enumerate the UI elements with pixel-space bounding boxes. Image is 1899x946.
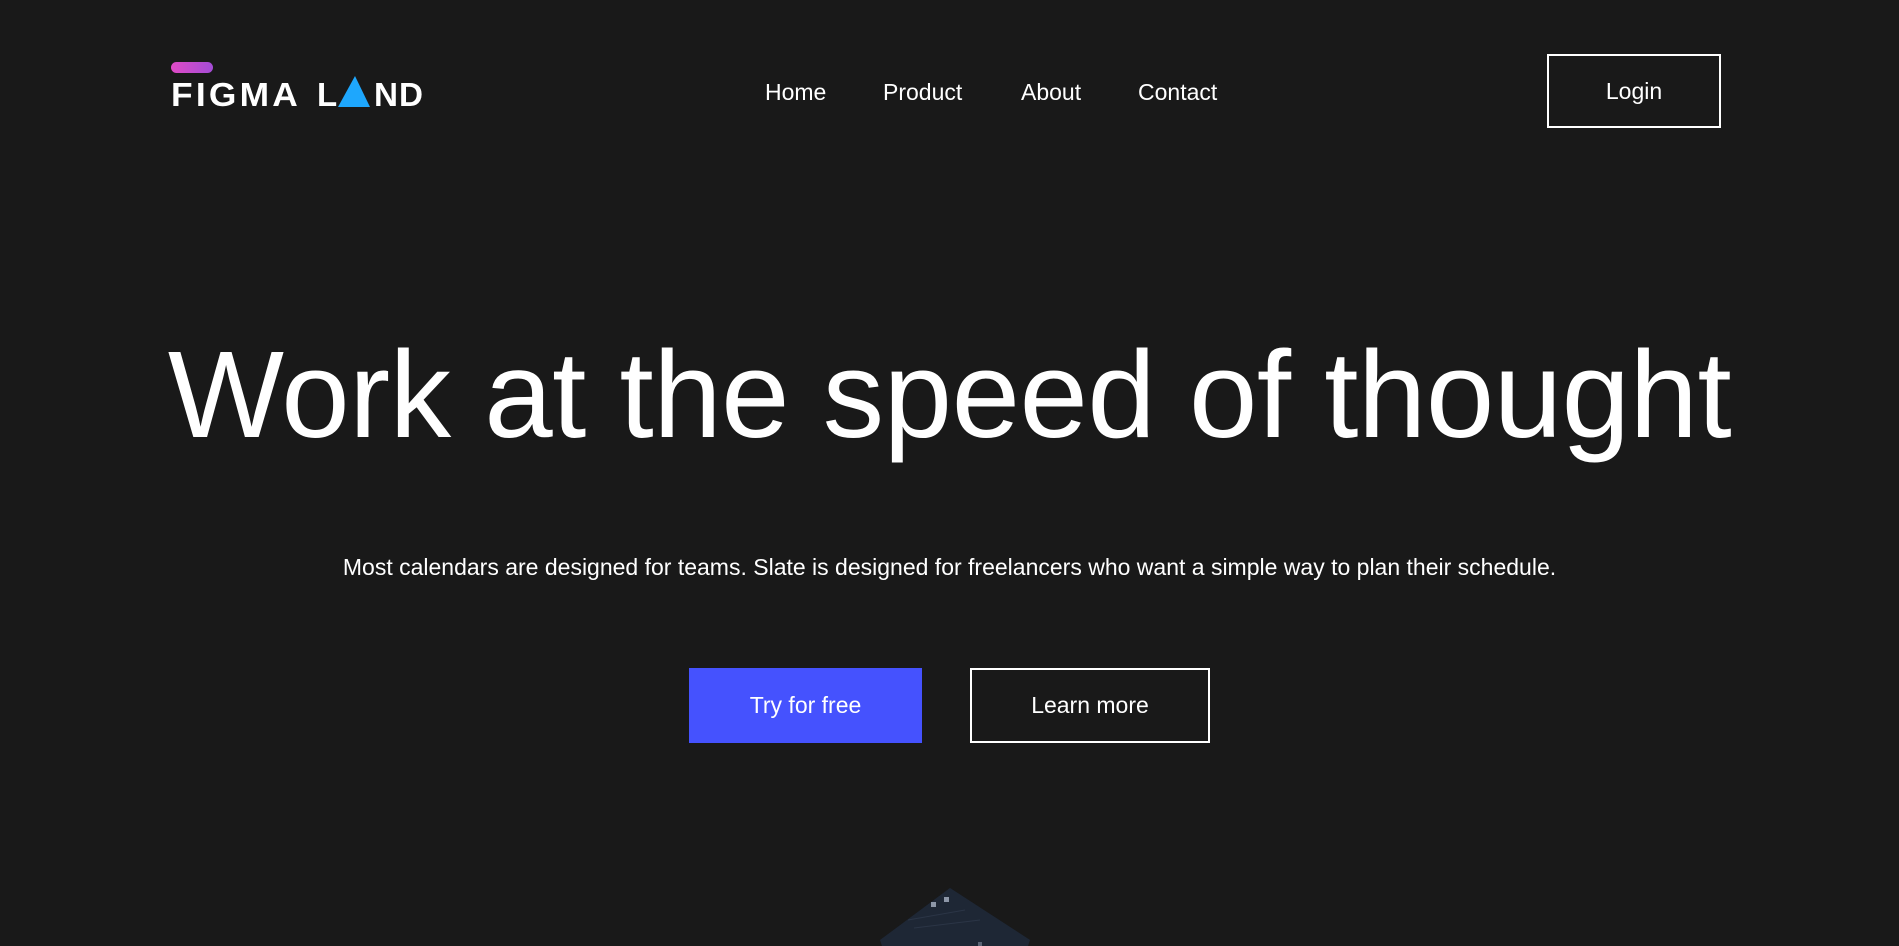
product-preview-image: [830, 880, 1030, 946]
nav-home-link[interactable]: Home: [765, 78, 826, 106]
nav-contact-link[interactable]: Contact: [1138, 78, 1217, 106]
learn-more-button[interactable]: Learn more: [970, 668, 1210, 743]
hero-title: Work at the speed of thought: [167, 327, 1732, 464]
login-button[interactable]: Login: [1547, 54, 1721, 128]
try-for-free-button[interactable]: Try for free: [689, 668, 922, 743]
site-header: FIGMA L ND Home Product About Contact Lo…: [0, 0, 1899, 184]
nav-product-link[interactable]: Product: [883, 78, 962, 106]
nav-about-link[interactable]: About: [1021, 78, 1081, 106]
hero-subtitle: Most calendars are designed for teams. S…: [342, 554, 1557, 580]
